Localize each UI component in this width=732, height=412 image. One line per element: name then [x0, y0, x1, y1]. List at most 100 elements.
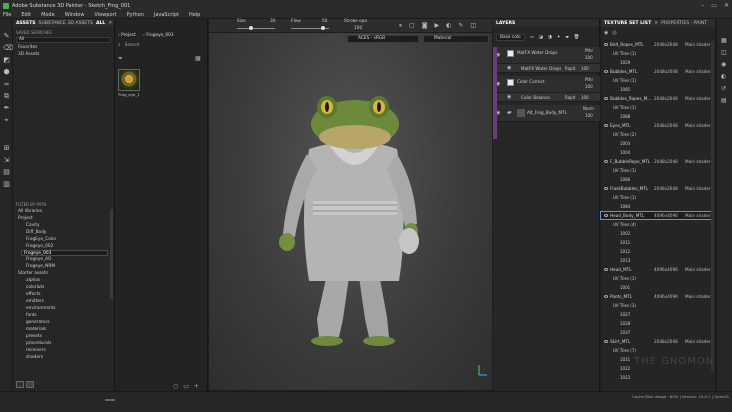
udim-tile-row[interactable]: 1002 [601, 230, 711, 237]
layer-row[interactable]: ◉ MatFX Water Drops Pthr 100 [493, 47, 600, 64]
bake-icon[interactable]: ⊞ [3, 145, 10, 152]
grid-size-icon[interactable]: ▦ [195, 55, 201, 62]
texture-set-resolution[interactable]: 2048x2048 [654, 338, 678, 345]
udim-tile-row[interactable]: 1001 [601, 284, 711, 291]
pause-icon[interactable]: ⏸ [399, 22, 402, 30]
tab-properties-paint[interactable]: PROPERTIES - PAINT [661, 21, 707, 26]
texture-set-name[interactable]: Skirt_MTL [610, 338, 630, 345]
uv-tiles-header[interactable]: UV Tiles (7) [601, 347, 711, 354]
texture-set-name[interactable]: Belt_Ropes_MTL [610, 41, 644, 48]
uv-tiles-header[interactable]: UV Tiles (1) [601, 104, 711, 111]
add-layer-icon[interactable]: ▭ [530, 35, 534, 40]
udim-tile-row[interactable]: 1088 [601, 113, 711, 120]
layer-opacity[interactable]: 100 [581, 66, 589, 71]
asset-thumbnail[interactable]: Frog_eye_1 [118, 69, 140, 97]
picker-icon[interactable]: ✒ [3, 105, 10, 112]
settings-eye-icon[interactable]: ◎ [612, 30, 616, 36]
grid-view-icon[interactable] [26, 381, 34, 388]
tree-item[interactable]: presets [13, 333, 114, 340]
smudge-icon[interactable]: ≈ [3, 81, 10, 88]
udim-tile-row[interactable]: 1027 [601, 311, 711, 318]
uv-tiles-header[interactable]: UV Tiles (1) [601, 77, 711, 84]
texture-set-row[interactable]: Head_MTL 4096x4096 Main shader [601, 266, 711, 273]
circle-icon[interactable]: ○ [173, 383, 178, 390]
eraser-icon[interactable]: ⌫ [3, 45, 13, 52]
camera-icon[interactable]: ◙ [422, 22, 428, 30]
layers-icon[interactable]: ◫ [721, 47, 727, 59]
tab-all[interactable]: ALL [96, 21, 105, 26]
minimize-button[interactable]: – [701, 2, 704, 9]
layer-blend[interactable]: Pthr [585, 77, 593, 82]
udim-tile-row[interactable]: 1085 [601, 86, 711, 93]
tab-close-icon[interactable]: ✕ [108, 21, 112, 26]
uv-tiles-header[interactable]: UV Tiles (4) [601, 221, 711, 228]
layer-row[interactable]: ◉ MatFX Water Drops Rapit 100 [493, 64, 600, 73]
add-effect-icon[interactable]: ✦ [557, 35, 561, 40]
udim-tile-row[interactable]: 1013 [601, 257, 711, 264]
tab-texture-set-list[interactable]: TEXTURE SET LIST [604, 21, 651, 26]
render-icon[interactable]: ◫ [470, 22, 476, 30]
breadcrumb-project[interactable]: Project [121, 33, 136, 38]
layer-row[interactable]: ◉ Color Correct Pthr 100 [493, 76, 600, 93]
texture-set-name[interactable]: Bubbles_Ropes_M... [610, 95, 651, 102]
breadcrumb-arrow-icon[interactable]: › [118, 33, 120, 38]
texture-set-resolution[interactable]: 2048x2048 [654, 95, 678, 102]
texture-set-name[interactable]: Bubbles_MTL [610, 68, 637, 75]
saved-search-input[interactable]: All [16, 37, 111, 43]
texture-set-resolution[interactable]: 2048x2048 [654, 122, 678, 129]
texture-set-row[interactable]: F_BubbleRope_MTL 2048x2048 Main shader [601, 158, 711, 165]
size-slider[interactable] [237, 28, 275, 29]
visibility-eye-icon[interactable]: ◉ [507, 65, 511, 71]
uv-tiles-header[interactable]: UV Tiles (2) [601, 131, 711, 138]
menu-javascript[interactable]: JavaScript [154, 12, 179, 18]
tab-assets[interactable]: ASSETS [16, 21, 36, 26]
menu-window[interactable]: Window [65, 12, 85, 18]
close-button[interactable]: ✕ [724, 2, 729, 9]
udim-tile-row[interactable]: 1011 [601, 239, 711, 246]
tree-item[interactable]: All libraries [13, 208, 114, 215]
layer-name[interactable]: Color Correct [517, 79, 545, 84]
menu-file[interactable]: File [3, 12, 11, 18]
visibility-eye-icon[interactable] [604, 186, 608, 190]
panel-splitter[interactable] [105, 399, 115, 401]
folder-icon[interactable]: ▭ [183, 383, 189, 390]
layer-row[interactable]: ◉ ▰ Alt_Frog_Body_MTL Norm 100 [493, 105, 600, 122]
tree-item[interactable]: emitters [13, 298, 114, 305]
uv-tiles-header[interactable]: UV Tiles (1) [601, 167, 711, 174]
blend-channel-dropdown[interactable]: Base colo [496, 34, 525, 41]
texture-set-name[interactable]: Head_MTL [610, 266, 632, 273]
uv-tiles-header[interactable]: UV Tiles (1) [601, 50, 711, 57]
shader-icon[interactable]: ◐ [721, 71, 727, 83]
udim-tile-row[interactable]: 1086 [601, 176, 711, 183]
udim-tile-row[interactable]: 1037 [601, 329, 711, 336]
texture-set-shader[interactable]: Main shader [685, 158, 711, 165]
tree-item[interactable]: effects [13, 291, 114, 298]
layer-blend[interactable]: Norm [583, 106, 594, 111]
texture-set-shader[interactable]: Main shader [685, 41, 711, 48]
tree-item[interactable]: generators [13, 319, 114, 326]
uv-tiles-header[interactable]: UV Tiles (1) [601, 194, 711, 201]
visibility-eye-icon[interactable] [604, 42, 608, 46]
frame-icon[interactable]: ▢ [409, 22, 415, 30]
uv-tiles-header[interactable]: UV Tiles (1) [601, 275, 711, 282]
texture-set-name[interactable]: Head_Body_MTL [610, 212, 644, 219]
geometry-mask-icon[interactable]: ⌖ [3, 117, 10, 124]
layer-name[interactable]: Color Balance [521, 95, 550, 100]
udim-tile-row[interactable]: 1012 [601, 248, 711, 255]
tree-item[interactable]: Frogeye_AO [13, 256, 114, 263]
udim-tile-row[interactable]: 1003 [601, 140, 711, 147]
texture-set-resolution[interactable]: 4096x4096 [654, 212, 678, 219]
visibility-eye-icon[interactable] [604, 339, 608, 343]
udim-tile-row[interactable]: 1084 [601, 203, 711, 210]
texture-set-shader[interactable]: Main shader [685, 95, 711, 102]
tree-item[interactable]: Project [13, 215, 114, 222]
udim-tile-row[interactable]: 1004 [601, 149, 711, 156]
texture-set-shader[interactable]: Main shader [685, 338, 711, 345]
texture-set-scrollbar[interactable] [711, 41, 714, 371]
tree-item[interactable]: FrogEye_Color [13, 236, 114, 243]
tree-item[interactable]: receivers [13, 347, 114, 354]
visibility-eye-icon[interactable]: ◉ [604, 30, 608, 36]
search-input[interactable]: Search [125, 43, 140, 48]
history-icon[interactable]: ↺ [721, 83, 727, 95]
udim-tile-row[interactable]: 1023 [601, 374, 711, 381]
